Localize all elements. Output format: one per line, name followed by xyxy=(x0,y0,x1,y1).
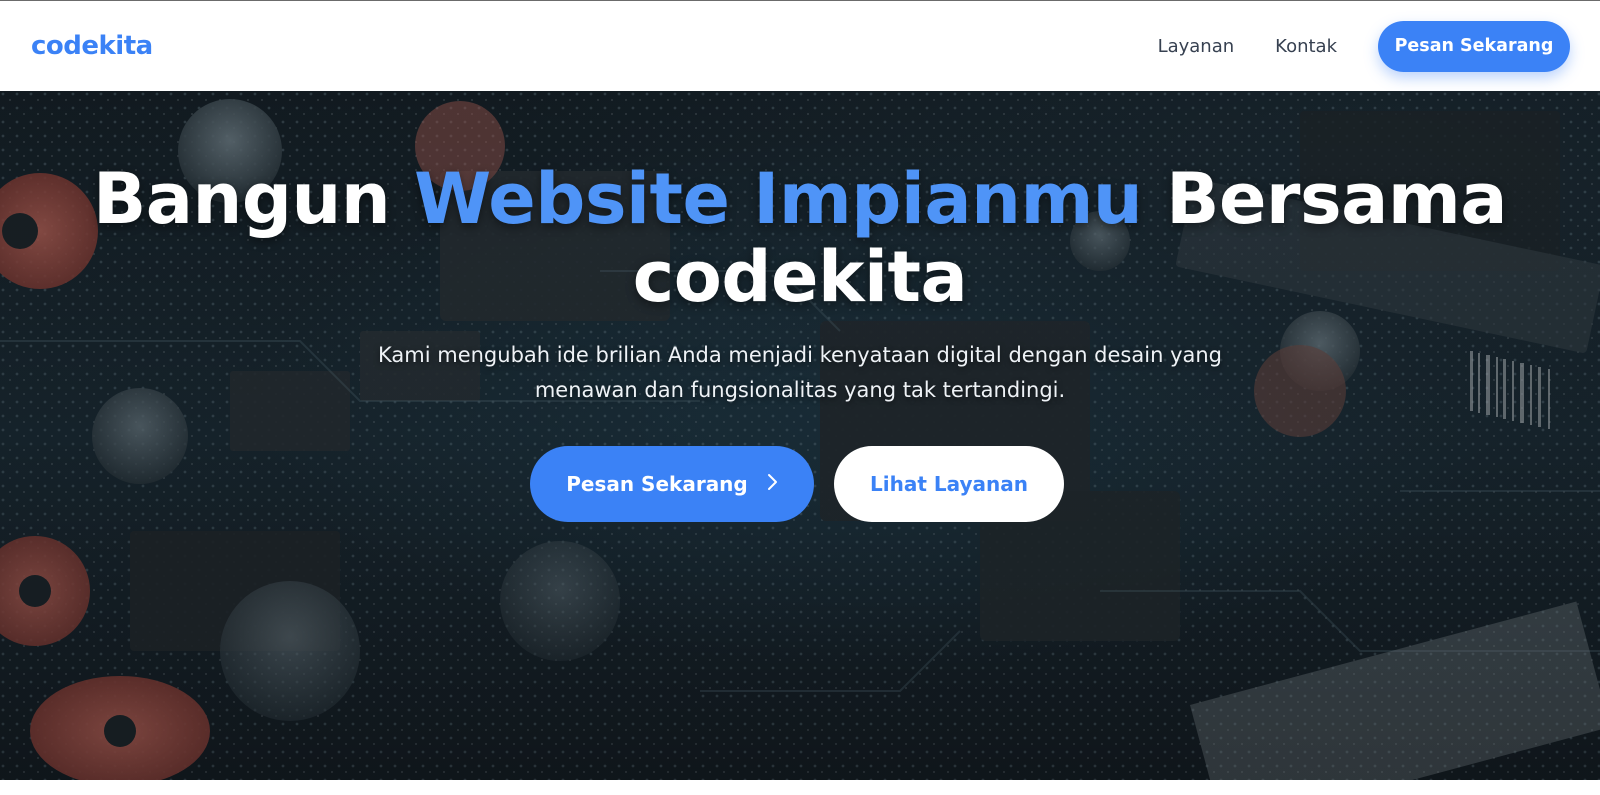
hero-subtitle: Kami mengubah ide brilian Anda menjadi k… xyxy=(378,343,1222,402)
landing-page: codekita Layanan Kontak Pesan Sekarang B… xyxy=(0,0,1600,795)
hero-title-accent: Website Impianmu xyxy=(414,158,1143,240)
brand-logo[interactable]: codekita xyxy=(31,31,153,61)
nav-order-button[interactable]: Pesan Sekarang xyxy=(1378,20,1570,72)
chevron-right-icon xyxy=(766,472,778,497)
nav-menu: Layanan Kontak Pesan Sekarang xyxy=(1158,20,1570,72)
nav-link-layanan[interactable]: Layanan xyxy=(1158,36,1235,57)
hero-content: Bangun Website Impianmu Bersama codekita… xyxy=(0,160,1600,522)
hero-title-part1: Bangun xyxy=(92,158,415,240)
view-services-button[interactable]: Lihat Layanan xyxy=(834,446,1064,522)
navbar: codekita Layanan Kontak Pesan Sekarang xyxy=(0,0,1600,91)
nav-link-kontak[interactable]: Kontak xyxy=(1275,36,1337,57)
order-now-button[interactable]: Pesan Sekarang xyxy=(530,446,814,522)
page-bottom-edge xyxy=(0,780,1600,795)
hero-title: Bangun Website Impianmu Bersama codekita xyxy=(0,160,1600,316)
order-now-label: Pesan Sekarang xyxy=(566,472,748,496)
hero-actions: Pesan Sekarang Lihat Layanan xyxy=(0,446,1600,522)
